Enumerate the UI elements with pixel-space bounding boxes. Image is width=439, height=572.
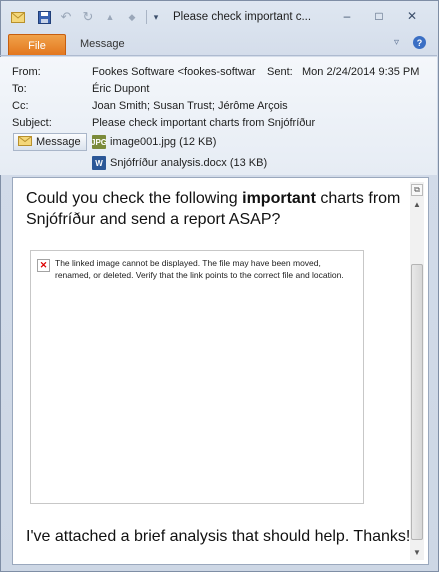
cc-label: Cc:	[12, 100, 29, 112]
window-title: Please check important c...	[173, 11, 312, 23]
ribbon-divider	[0, 55, 437, 56]
scroll-down-icon[interactable]: ▼	[411, 546, 423, 558]
attachment-name: image001.jpg (12 KB)	[110, 136, 217, 148]
split-view-icon[interactable]: ⧉	[411, 184, 423, 196]
broken-image-message: The linked image cannot be displayed. Th…	[55, 258, 344, 280]
scrollbar-thumb[interactable]	[411, 264, 423, 540]
attachment-name: Snjófríður analysis.docx (13 KB)	[110, 157, 268, 169]
scroll-up-icon[interactable]: ▲	[411, 198, 423, 210]
tab-message[interactable]: Message	[80, 38, 125, 50]
toolbar-divider	[146, 10, 147, 24]
message-view-label: Message	[36, 136, 81, 148]
tab-file[interactable]: File	[8, 34, 66, 56]
message-view-button[interactable]: Message	[13, 133, 87, 151]
from-label: From:	[12, 66, 41, 78]
sent-value: Mon 2/24/2014 9:35 PM	[302, 66, 420, 78]
envelope-icon	[18, 135, 32, 149]
up-icon[interactable]: ▲	[102, 9, 118, 25]
broken-image-placeholder[interactable]: ✕ The linked image cannot be displayed. …	[30, 250, 364, 504]
message-body[interactable]: Could you check the following important …	[12, 177, 429, 565]
minimize-button[interactable]: –	[334, 7, 360, 25]
broken-image-icon: ✕	[37, 259, 50, 272]
undo-icon[interactable]: ↶	[58, 9, 74, 25]
sent-label: Sent:	[267, 66, 293, 78]
down-icon[interactable]: ◆	[124, 9, 140, 25]
help-icon[interactable]: ?	[413, 36, 426, 49]
intro-text: Could you check the following	[26, 190, 243, 207]
intro-bold-text: important	[242, 190, 316, 207]
redo-icon[interactable]: ↻	[80, 9, 96, 25]
title-bar: ↶ ↻ ▲ ◆ ▾ Please check important c... – …	[0, 0, 437, 34]
to-label: To:	[12, 83, 27, 95]
cc-value[interactable]: Joan Smith; Susan Trust; Jérôme Arçois	[92, 100, 288, 112]
vertical-scrollbar[interactable]: ⧉ ▲ ▼	[410, 182, 424, 560]
subject-label: Subject:	[12, 117, 52, 129]
from-value[interactable]: Fookes Software <fookes-softwar	[92, 66, 256, 78]
collapse-ribbon-icon[interactable]: ▿	[394, 37, 399, 48]
attachment-item[interactable]: W Snjófríður analysis.docx (13 KB)	[92, 156, 267, 170]
close-button[interactable]: ✕	[399, 7, 425, 25]
envelope-icon[interactable]	[10, 9, 26, 25]
word-file-icon: W	[92, 156, 106, 170]
body-closing: I've attached a brief analysis that shou…	[26, 528, 411, 545]
customize-icon[interactable]: ▾	[148, 9, 164, 25]
body-intro: Could you check the following important …	[26, 188, 406, 230]
subject-value: Please check important charts from Snjóf…	[92, 117, 316, 129]
to-value[interactable]: Éric Dupont	[92, 83, 149, 95]
save-icon[interactable]	[36, 9, 52, 25]
attachment-item[interactable]: JPG image001.jpg (12 KB)	[91, 135, 217, 149]
jpg-file-icon: JPG	[91, 135, 107, 149]
maximize-button[interactable]: □	[366, 7, 392, 25]
